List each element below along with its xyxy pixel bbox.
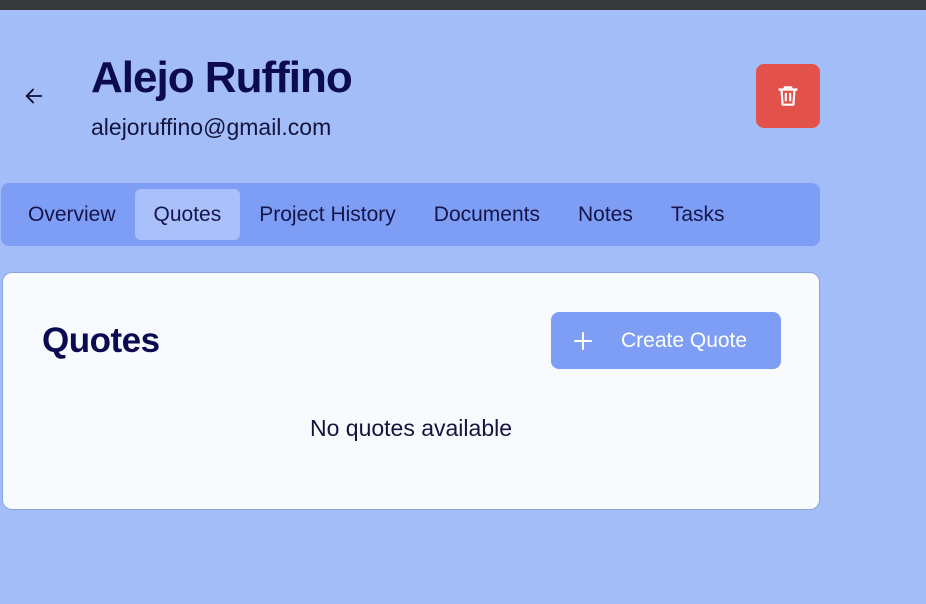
tab-quotes[interactable]: Quotes [134, 189, 241, 240]
window-top-bar [0, 0, 926, 10]
tab-project-history[interactable]: Project History [240, 189, 415, 240]
create-quote-label: Create Quote [621, 328, 748, 352]
plus-icon [573, 331, 593, 351]
tab-bar: Overview Quotes Project History Document… [1, 183, 820, 246]
tab-documents[interactable]: Documents [415, 189, 559, 240]
arrow-left-icon [23, 85, 45, 107]
quotes-card: Quotes Create Quote No quotes available [2, 272, 820, 510]
tab-notes[interactable]: Notes [559, 189, 652, 240]
back-button[interactable] [18, 80, 50, 112]
customer-email: alejoruffino@gmail.com [91, 114, 332, 140]
trash-icon [775, 83, 801, 109]
tab-overview[interactable]: Overview [9, 189, 135, 240]
tab-tasks[interactable]: Tasks [652, 189, 744, 240]
empty-state-message: No quotes available [309, 415, 513, 441]
create-quote-button[interactable]: Create Quote [551, 312, 781, 369]
customer-name: Alejo Ruffino [91, 53, 353, 102]
delete-customer-button[interactable] [756, 64, 820, 128]
quotes-title: Quotes [42, 321, 160, 360]
